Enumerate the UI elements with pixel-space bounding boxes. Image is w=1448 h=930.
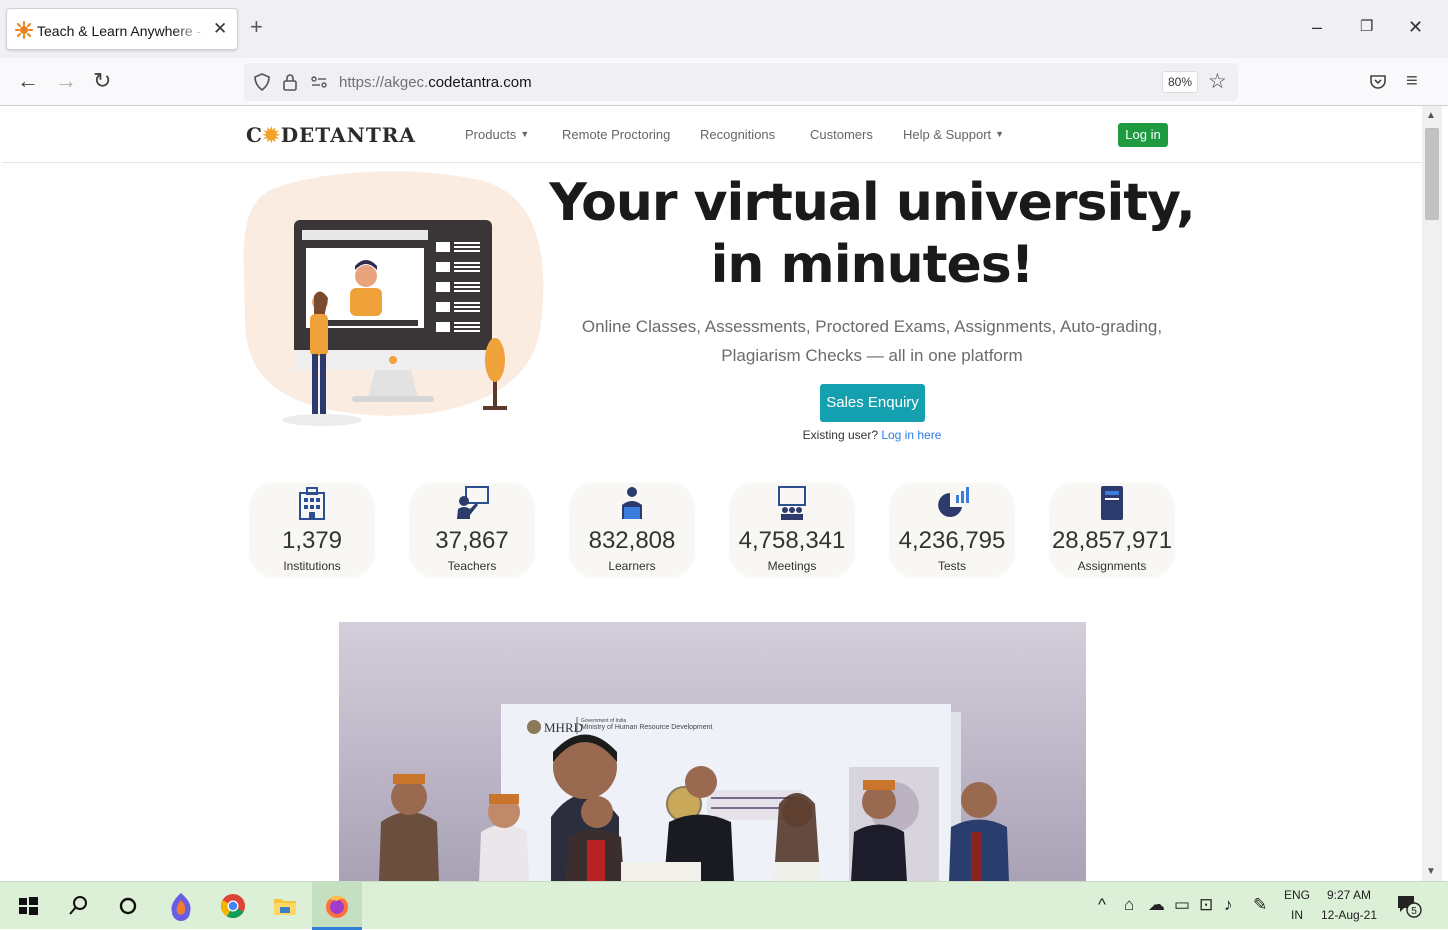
stat-label: Learners [608,559,656,573]
zoom-level[interactable]: 80% [1162,71,1198,93]
firefox-dev-icon[interactable] [165,890,197,922]
logo-sun-icon: ✹ [262,123,281,147]
stat-label: Meetings [767,559,817,573]
menu-help-support[interactable]: Help & Support ▼ [903,127,1004,142]
assignment-icon [1101,486,1123,520]
new-tab-icon[interactable]: + [250,16,263,38]
stat-label: Institutions [283,559,341,573]
permissions-icon[interactable] [310,75,328,89]
learner-icon [622,487,642,519]
menu-recognitions[interactable]: Recognitions [700,127,775,142]
building-icon [299,487,325,520]
browser-tab[interactable]: Teach & Learn Anywhere - CodeTantra ✕ [6,8,238,50]
language-code[interactable]: ENG [1282,888,1312,902]
teacher-icon [457,486,489,519]
forward-icon[interactable]: → [55,70,77,92]
caret-down-icon: ▼ [995,129,1005,139]
stat-value: 1,379 [281,527,343,554]
menu-products[interactable]: Products ▼ [465,127,529,142]
url-text[interactable]: https://akgec.codetantra.com [339,74,532,91]
caret-down-icon: ▼ [520,129,530,139]
search-icon[interactable] [62,890,94,922]
scroll-down-icon[interactable]: ▼ [1426,866,1436,877]
address-bar[interactable]: https://akgec.codetantra.com 80% ☆ [244,63,1238,101]
network-icon[interactable]: ⊡ [1199,896,1213,913]
existing-user-text: Existing user? Log in here [802,428,942,442]
device-icon[interactable]: ⌂ [1124,896,1134,913]
stat-value: 37,867 [435,527,509,554]
stat-card-learners: 832,808 Learners [570,483,694,576]
pen-icon[interactable]: ✎ [1253,896,1267,913]
sales-enquiry-button[interactable]: Sales Enquiry [820,384,925,422]
file-explorer-icon[interactable] [269,890,301,922]
close-tab-icon[interactable]: ✕ [213,19,227,39]
stat-card-tests: 4,236,795 Tests [890,483,1014,576]
hero-title-line-1: Your virtual university, [549,173,1196,233]
hero-title: Your virtual university, in minutes! [522,172,1222,296]
clock-time[interactable]: 9:27 AM [1316,888,1382,902]
chrome-icon[interactable] [217,890,249,922]
stat-value: 832,808 [588,527,676,554]
scroll-up-icon[interactable]: ▲ [1426,110,1436,121]
windows-start-icon[interactable] [12,890,44,922]
stat-value: 4,758,341 [738,527,846,554]
windows-taskbar: ^ ⌂ ☁ ▭ ⊡ ♪ ✎ ENG IN 9:27 AM 12-Aug-21 5 [0,881,1448,930]
stat-value: 4,236,795 [898,527,1006,554]
stat-card-institutions: 1,379 Institutions [250,483,374,576]
codetantra-logo[interactable]: C✹DETANTRA [246,123,416,147]
notification-icon[interactable]: 5 [1396,894,1424,920]
window-close-icon[interactable]: ✕ [1408,18,1423,36]
menu-remote-proctoring[interactable]: Remote Proctoring [562,127,670,142]
hero-title-line-2: in minutes! [710,235,1035,295]
firefox-icon[interactable] [321,890,353,922]
notification-count: 5 [1411,906,1417,917]
lock-icon[interactable] [282,72,298,92]
hamburger-menu-icon[interactable]: ≡ [1406,70,1418,92]
show-hidden-icons-icon[interactable]: ^ [1098,896,1106,913]
language-region[interactable]: IN [1282,908,1312,922]
codetantra-favicon-icon [15,21,33,39]
tab-strip: Teach & Learn Anywhere - CodeTantra ✕ + … [0,0,1448,58]
page-scrollbar[interactable]: ▲ ▼ [1422,106,1442,881]
clock-date[interactable]: 12-Aug-21 [1316,908,1382,922]
hero-illustration [243,171,544,426]
stat-label: Assignments [1077,559,1147,573]
event-photo: MHRD Government of India Ministry of Hum… [339,622,1086,881]
login-button[interactable]: Log in [1118,123,1168,147]
login-here-link[interactable]: Log in here [881,428,941,442]
stat-label: Teachers [447,559,497,573]
scrollbar-thumb[interactable] [1425,128,1439,220]
stat-card-assignments: 28,857,971 Assignments [1050,483,1174,576]
award-ceremony-image: MHRD Government of India Ministry of Hum… [339,622,1086,881]
web-page: C✹DETANTRA Products ▼ Remote Proctoring R… [2,106,1422,881]
stat-card-teachers: 37,867 Teachers [410,483,534,576]
site-navbar: C✹DETANTRA Products ▼ Remote Proctoring R… [2,106,1422,163]
battery-icon[interactable]: ▭ [1174,896,1190,913]
test-icon [938,487,969,517]
minimize-icon[interactable]: – [1312,18,1322,36]
restore-icon[interactable]: ❐ [1360,18,1373,36]
menu-customers[interactable]: Customers [810,127,873,142]
stat-value: 28,857,971 [1051,527,1173,554]
hero-subtitle: Online Classes, Assessments, Proctored E… [581,317,1163,365]
tracking-shield-icon[interactable] [253,73,271,91]
pocket-icon[interactable] [1368,72,1388,92]
tab-title: Teach & Learn Anywhere - CodeTantra [37,23,207,39]
stat-card-meetings: 4,758,341 Meetings [730,483,854,576]
meeting-icon [778,486,806,520]
reload-icon[interactable]: ↻ [93,70,111,92]
bookmark-star-icon[interactable]: ☆ [1208,69,1227,94]
stat-label: Tests [937,559,966,573]
cortana-icon[interactable] [112,890,144,922]
banner-sub-line-2: Ministry of Human Resource Development [581,724,713,731]
onedrive-icon[interactable]: ☁ [1148,896,1165,913]
navigation-bar: ← → ↻ https://akgec.codetantra.com 80% ☆… [0,58,1448,106]
volume-icon[interactable]: ♪ [1224,896,1233,913]
back-icon[interactable]: ← [17,70,39,92]
